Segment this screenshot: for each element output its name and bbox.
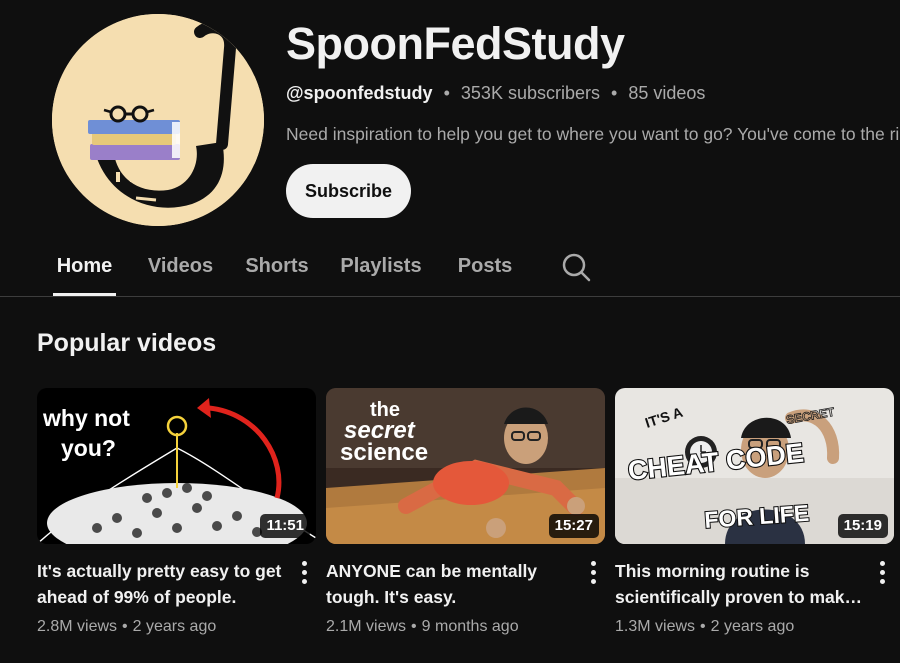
spoon-logo-icon — [52, 14, 264, 226]
tab-home[interactable]: Home — [53, 238, 116, 296]
more-actions-icon[interactable] — [583, 558, 603, 588]
video-card: why not you? 11:51 It's actually pretty … — [37, 388, 316, 638]
meta-separator: • — [122, 618, 128, 635]
video-thumbnail[interactable]: IT'S A SECRET CHEAT CODE FOR LIFE 15:19 — [615, 388, 894, 544]
video-duration: 15:19 — [837, 514, 888, 538]
video-meta: 2.8M views • 2 years ago — [37, 616, 316, 638]
view-count: 2.1M views — [326, 618, 407, 635]
video-meta: 2.1M views • 9 months ago — [326, 616, 605, 638]
upload-age: 9 months ago — [421, 618, 519, 635]
video-meta: 1.3M views • 2 years ago — [615, 616, 894, 638]
video-title[interactable]: It's actually pretty easy to get ahead o… — [37, 558, 287, 610]
channel-meta: @spoonfedstudy • 353K subscribers • 85 v… — [286, 80, 900, 106]
subscriber-count: 353K subscribers — [460, 83, 600, 103]
video-title[interactable]: ANYONE can be mentally tough. It's easy. — [326, 558, 576, 610]
section-title: Popular videos — [37, 329, 217, 357]
more-actions-icon[interactable] — [872, 558, 892, 588]
video-duration: 15:27 — [548, 514, 599, 538]
thumbnail-text: why not — [42, 405, 130, 431]
channel-handle: @spoonfedstudy — [286, 83, 433, 103]
video-thumbnail[interactable]: why not you? 11:51 — [37, 388, 316, 544]
tab-videos[interactable]: Videos — [147, 238, 214, 296]
video-title[interactable]: This morning routine is scientifically p… — [615, 558, 865, 610]
more-actions-icon[interactable] — [294, 558, 314, 588]
thumbnail-text: science — [340, 439, 428, 466]
channel-info: SpoonFedStudy @spoonfedstudy • 353K subs… — [286, 16, 900, 146]
thumbnail-text: you? — [61, 435, 116, 461]
meta-separator: • — [611, 83, 618, 103]
tab-playlists[interactable]: Playlists — [340, 238, 422, 296]
view-count: 1.3M views — [615, 618, 696, 635]
video-count: 85 videos — [628, 83, 706, 103]
subscribe-button[interactable]: Subscribe — [286, 164, 411, 218]
channel-description[interactable]: Need inspiration to help you get to wher… — [286, 122, 900, 146]
video-thumbnail[interactable]: the secret science 15:27 — [326, 388, 605, 544]
channel-tabs: Home Videos Shorts Playlists Posts — [0, 238, 900, 297]
view-count: 2.8M views — [37, 618, 118, 635]
upload-age: 2 years ago — [710, 618, 795, 635]
tab-shorts[interactable]: Shorts — [245, 238, 309, 296]
video-card: the secret science 15:27 ANYONE can be m… — [326, 388, 605, 638]
meta-separator: • — [411, 618, 417, 635]
channel-page: SpoonFedStudy @spoonfedstudy • 353K subs… — [0, 0, 900, 663]
video-duration: 11:51 — [260, 514, 310, 538]
meta-separator: • — [700, 618, 706, 635]
upload-age: 2 years ago — [132, 618, 217, 635]
video-card: IT'S A SECRET CHEAT CODE FOR LIFE 15:19 … — [615, 388, 894, 638]
tab-posts[interactable]: Posts — [457, 238, 513, 296]
channel-avatar[interactable] — [52, 14, 264, 226]
meta-separator: • — [443, 83, 450, 103]
channel-name: SpoonFedStudy — [286, 18, 625, 69]
search-icon[interactable] — [560, 251, 592, 283]
